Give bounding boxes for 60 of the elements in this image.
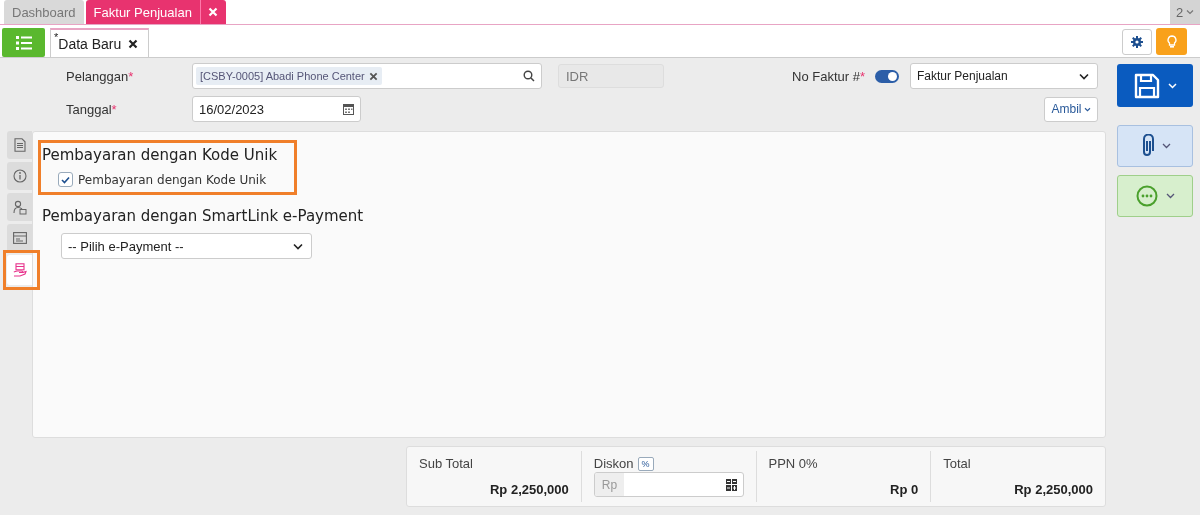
total-value: Rp 2,250,000 <box>488 482 569 497</box>
section-title: Pembayaran dengan Kode Unik <box>42 146 279 164</box>
customer-field[interactable]: [CSBY-0005] Abadi Phone Center <box>192 63 542 89</box>
date-field[interactable]: 16/02/2023 <box>192 96 361 122</box>
caret-icon <box>1186 9 1195 15</box>
total-label: PPN 0% <box>768 456 819 471</box>
attachment-button[interactable] <box>1117 125 1193 167</box>
percent-toggle[interactable]: % <box>637 456 654 471</box>
page-tab[interactable]: Faktur Penjualan <box>85 0 200 24</box>
close-icon[interactable] <box>128 38 139 49</box>
document-tab[interactable]: *Data Baru <box>50 28 150 57</box>
field-label: No Faktur #* <box>792 68 865 84</box>
e-payment-select[interactable]: -- Pilih e-Payment -- <box>61 233 312 259</box>
side-tab[interactable] <box>7 255 32 285</box>
list-icon <box>15 35 32 50</box>
unique-code-checkbox[interactable]: Pembayaran dengan Kode Unik <box>58 172 1105 187</box>
currency-field: IDR <box>558 64 664 88</box>
close-icon <box>208 7 219 17</box>
close-tab-button[interactable] <box>199 0 226 24</box>
remove-icon[interactable] <box>368 71 378 81</box>
fetch-button[interactable]: Ambil <box>1044 96 1098 122</box>
more-button[interactable] <box>1117 175 1193 217</box>
gear-icon <box>1131 36 1143 48</box>
document-icon <box>13 138 26 152</box>
side-tab[interactable] <box>7 131 32 159</box>
customer-chip: [CSBY-0005] Abadi Phone Center <box>196 67 382 85</box>
search-icon[interactable] <box>523 70 535 82</box>
caret-icon <box>1079 72 1089 80</box>
section-title: Pembayaran dengan SmartLink e-Payment <box>42 207 365 225</box>
field-label: Pelanggan* <box>66 68 135 84</box>
field-label: Tanggal* <box>66 101 118 117</box>
total-label: Total <box>943 456 972 471</box>
invoice-type-select[interactable]: Faktur Penjualan <box>910 63 1098 89</box>
save-icon <box>1133 72 1160 99</box>
caret-icon <box>1083 106 1091 112</box>
side-tab[interactable] <box>7 193 32 221</box>
check-icon <box>61 175 70 184</box>
side-tab[interactable] <box>7 224 32 252</box>
highlight-frame <box>3 250 40 290</box>
total-value: Rp 0 <box>889 482 919 497</box>
total-value: Rp 2,250,000 <box>1013 482 1093 497</box>
caret-icon <box>1167 82 1177 89</box>
info-icon <box>12 169 27 183</box>
form-icon <box>12 232 27 244</box>
toggle-switch[interactable] <box>875 69 899 83</box>
calendar-icon[interactable] <box>343 103 354 115</box>
total-label: Sub Total <box>419 456 474 471</box>
settings-button[interactable] <box>1122 29 1152 55</box>
caret-icon <box>293 242 303 250</box>
save-button[interactable] <box>1117 64 1193 107</box>
total-label: Diskon <box>593 456 634 471</box>
payment-icon <box>12 263 27 277</box>
caret-icon <box>1165 193 1175 199</box>
tab-counter-dropdown[interactable]: 2 <box>1170 0 1200 24</box>
side-tab[interactable] <box>7 162 32 190</box>
more-icon <box>1135 185 1158 207</box>
lightbulb-icon <box>1165 34 1178 49</box>
person-card-icon <box>12 199 27 215</box>
caret-icon <box>1161 143 1171 149</box>
calculator-icon[interactable] <box>725 478 737 491</box>
